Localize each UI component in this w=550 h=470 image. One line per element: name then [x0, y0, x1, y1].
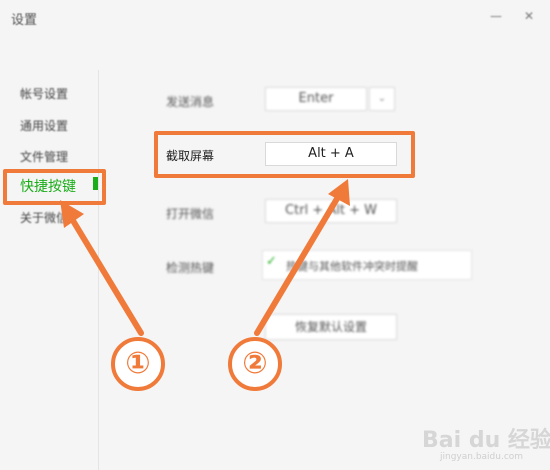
send-message-label: 发送消息 [166, 95, 215, 109]
baidu-watermark: Bai du 经验 jingyan.baidu.com [422, 418, 550, 466]
highlight-box-screenshot [154, 131, 415, 178]
sidebar: 帐号设置 通用设置 文件管理 快捷按键 关于微信 [0, 70, 99, 470]
sidebar-item-account[interactable]: 帐号设置 [20, 85, 68, 102]
highlight-box-sidebar [3, 169, 106, 205]
chevron-down-icon[interactable]: ⌄ [369, 87, 395, 111]
watermark-logo-text: Bai du 经验 [422, 428, 550, 453]
settings-window: 设置 — ✕ 帐号设置 通用设置 文件管理 快捷按键 关于微信 发送消息 Ent… [0, 0, 550, 470]
checkmark-icon[interactable]: ✓ [266, 254, 277, 269]
open-wechat-hotkey-field[interactable]: Ctrl + Alt + W [265, 199, 397, 223]
sidebar-item-files[interactable]: 文件管理 [20, 148, 68, 165]
annotation-badge-2: ② [228, 337, 282, 391]
restore-defaults-button[interactable]: 恢复默认设置 [265, 314, 397, 340]
open-wechat-label: 打开微信 [166, 207, 215, 221]
watermark-url: jingyan.baidu.com [440, 452, 524, 462]
minimize-icon[interactable]: — [483, 4, 509, 28]
send-message-select[interactable]: Enter [265, 87, 367, 111]
close-icon[interactable]: ✕ [516, 4, 542, 28]
annotation-badge-1: ① [111, 337, 165, 391]
sidebar-item-general[interactable]: 通用设置 [20, 117, 68, 134]
conflict-warning-text: 热键与其他软件冲突时提醒 [286, 260, 418, 273]
detect-hotkey-label: 检测热键 [166, 261, 215, 275]
sidebar-item-about[interactable]: 关于微信 [20, 209, 68, 226]
title-bar: 设置 — ✕ [0, 0, 550, 34]
window-title: 设置 [11, 13, 38, 28]
